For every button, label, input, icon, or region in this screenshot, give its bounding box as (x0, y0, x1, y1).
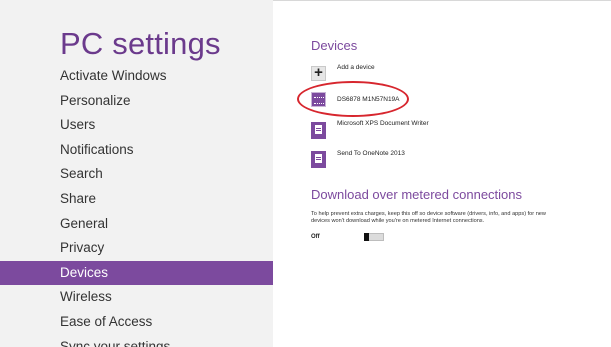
sidebar-item-wireless[interactable]: Wireless (0, 285, 273, 310)
toggle-thumb (364, 233, 369, 241)
sidebar-item-general[interactable]: General (0, 212, 273, 237)
device-item[interactable]: Send To OneNote 2013 (311, 148, 511, 170)
sidebar-item-users[interactable]: Users (0, 113, 273, 138)
device-item[interactable]: Microsoft XPS Document Writer (311, 120, 511, 142)
settings-sidebar: PC settings Activate Windows Personalize… (0, 0, 273, 347)
device-label: Send To OneNote 2013 (337, 150, 405, 157)
sidebar-item-search[interactable]: Search (0, 162, 273, 187)
sidebar-item-notifications[interactable]: Notifications (0, 138, 273, 163)
red-highlight-circle (297, 81, 409, 117)
add-device-label: Add a device (337, 64, 375, 71)
page-title: PC settings (60, 26, 221, 61)
sidebar-list: Activate Windows Personalize Users Notif… (0, 64, 273, 347)
sidebar-item-personalize[interactable]: Personalize (0, 89, 273, 114)
sidebar-item-share[interactable]: Share (0, 187, 273, 212)
metered-toggle-label: Off (311, 234, 320, 240)
sidebar-item-activate-windows[interactable]: Activate Windows (0, 64, 273, 89)
metered-description: To help prevent extra charges, keep this… (311, 211, 546, 224)
devices-section-title: Devices (311, 38, 358, 53)
printer-icon (311, 151, 326, 168)
plus-icon: + (311, 65, 326, 81)
device-label: Microsoft XPS Document Writer (337, 120, 429, 127)
sidebar-item-devices[interactable]: Devices (0, 260, 273, 286)
sidebar-item-ease-of-access[interactable]: Ease of Access (0, 310, 273, 335)
sidebar-item-privacy[interactable]: Privacy (0, 236, 273, 261)
metered-section-title: Download over metered connections (311, 187, 523, 202)
sidebar-item-sync-settings[interactable]: Sync your settings (0, 335, 273, 347)
printer-icon (311, 122, 326, 139)
metered-toggle-switch[interactable] (364, 233, 384, 241)
devices-panel: Devices + Add a device DS6878 M1N57N19A … (311, 38, 601, 168)
